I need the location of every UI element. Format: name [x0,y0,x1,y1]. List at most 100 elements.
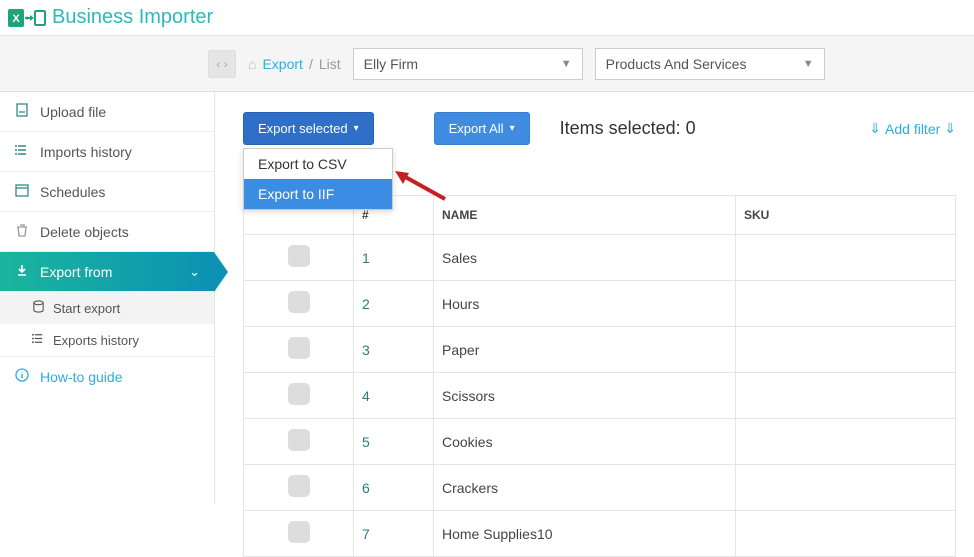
sidebar-item-label: Export from [40,264,112,280]
file-upload-icon [14,103,30,120]
add-filter-link[interactable]: ⇓ Add filter ⇓ [869,120,956,137]
entity-select-value: Products And Services [606,56,747,72]
row-checkbox-cell [244,327,354,373]
link-label: Add filter [885,121,940,137]
list-icon [14,143,30,160]
row-checkbox[interactable] [288,383,310,405]
table-row[interactable]: 5Cookies [244,419,956,465]
row-index: 7 [354,511,434,557]
sidebar-item-label: Delete objects [40,224,129,240]
svg-text:X: X [12,13,20,25]
row-name: Sales [434,235,736,281]
sidebar-item-schedules[interactable]: Schedules [0,172,214,212]
row-checkbox[interactable] [288,521,310,543]
excel-import-icon: X [8,7,46,29]
sidebar-item-label: Imports history [40,144,132,160]
row-sku [736,511,956,557]
table-row[interactable]: 3Paper [244,327,956,373]
sidebar: Upload file Imports history Schedules De… [0,92,215,504]
annotation-arrow [385,164,455,207]
col-sku[interactable]: SKU [736,196,956,235]
sidebar-sub-start-export[interactable]: Start export [0,292,214,324]
dropdown-item-iif[interactable]: Export to IIF [244,179,392,209]
main-content: Export selected ▾ Export All ▾ Items sel… [215,92,974,504]
chevron-down-icon: ▼ [561,58,572,70]
sidebar-item-delete-objects[interactable]: Delete objects [0,212,214,252]
breadcrumb-sep: / [309,56,313,72]
dropdown-item-csv[interactable]: Export to CSV [244,149,392,179]
row-index: 5 [354,419,434,465]
app-logo: X Business Importer [8,6,213,29]
col-name[interactable]: NAME [434,196,736,235]
sidebar-sub-label: Exports history [53,333,139,348]
pager-arrows[interactable]: ‹ › [208,50,236,78]
row-checkbox-cell [244,511,354,557]
sidebar-sub-exports-history[interactable]: Exports history [0,324,214,356]
row-name: Scissors [434,373,736,419]
row-checkbox[interactable] [288,291,310,313]
sidebar-item-label: Upload file [40,104,106,120]
row-index: 3 [354,327,434,373]
items-table: # NAME SKU 1Sales2Hours3Paper4Scissors5C… [243,195,956,557]
sidebar-item-imports-history[interactable]: Imports history [0,132,214,172]
row-index: 4 [354,373,434,419]
row-name: Paper [434,327,736,373]
top-toolbar: ‹ › ⌂ Export / List Elly Firm ▼ Products… [0,36,974,92]
row-checkbox[interactable] [288,245,310,267]
trash-icon [14,223,30,240]
arrow-down-icon: ⇓ [944,120,956,137]
download-icon [14,263,30,280]
chevron-down-icon: ▾ [510,123,515,134]
row-sku [736,419,956,465]
export-selected-button[interactable]: Export selected ▾ [243,112,374,145]
company-select[interactable]: Elly Firm ▼ [353,48,583,80]
items-selected-status: Items selected: 0 [560,118,696,139]
calendar-icon [14,183,30,200]
button-label: Export selected [258,121,348,136]
button-label: Export All [449,121,504,136]
row-sku [736,281,956,327]
sidebar-item-label: How-to guide [40,369,123,385]
chevron-down-icon: ▼ [803,58,814,70]
row-sku [736,327,956,373]
entity-select[interactable]: Products And Services ▼ [595,48,825,80]
row-checkbox-cell [244,281,354,327]
row-checkbox-cell [244,235,354,281]
home-icon: ⌂ [248,56,256,72]
row-name: Hours [434,281,736,327]
breadcrumb-list: List [319,56,341,72]
info-icon [14,368,30,385]
company-select-value: Elly Firm [364,56,418,72]
table-row[interactable]: 4Scissors [244,373,956,419]
chevron-down-icon: ⌄ [189,264,200,280]
row-checkbox[interactable] [288,475,310,497]
row-name: Cookies [434,419,736,465]
row-checkbox[interactable] [288,429,310,451]
breadcrumb-export-link[interactable]: Export [262,56,302,72]
table-row[interactable]: 2Hours [244,281,956,327]
row-checkbox[interactable] [288,337,310,359]
row-checkbox-cell [244,419,354,465]
arrow-down-icon: ⇓ [869,120,881,137]
sidebar-item-howto[interactable]: How-to guide [0,356,214,396]
sidebar-item-upload[interactable]: Upload file [0,92,214,132]
actions-row: Export selected ▾ Export All ▾ Items sel… [243,112,956,145]
app-title: Business Importer [52,6,213,29]
sidebar-sub-label: Start export [53,301,120,316]
export-selected-dropdown: Export to CSV Export to IIF [243,148,393,210]
row-sku [736,235,956,281]
export-all-button[interactable]: Export All ▾ [434,112,530,145]
row-name: Home Supplies10 [434,511,736,557]
row-index: 2 [354,281,434,327]
table-row[interactable]: 1Sales [244,235,956,281]
row-sku [736,373,956,419]
row-checkbox-cell [244,373,354,419]
sidebar-item-label: Schedules [40,184,105,200]
breadcrumb: ⌂ Export / List [248,56,341,72]
chevron-down-icon: ▾ [354,123,359,134]
list-icon [32,332,45,348]
sidebar-item-export-from[interactable]: Export from ⌄ [0,252,214,292]
database-icon [32,300,45,316]
app-header: X Business Importer [0,0,974,36]
table-row[interactable]: 7Home Supplies10 [244,511,956,557]
